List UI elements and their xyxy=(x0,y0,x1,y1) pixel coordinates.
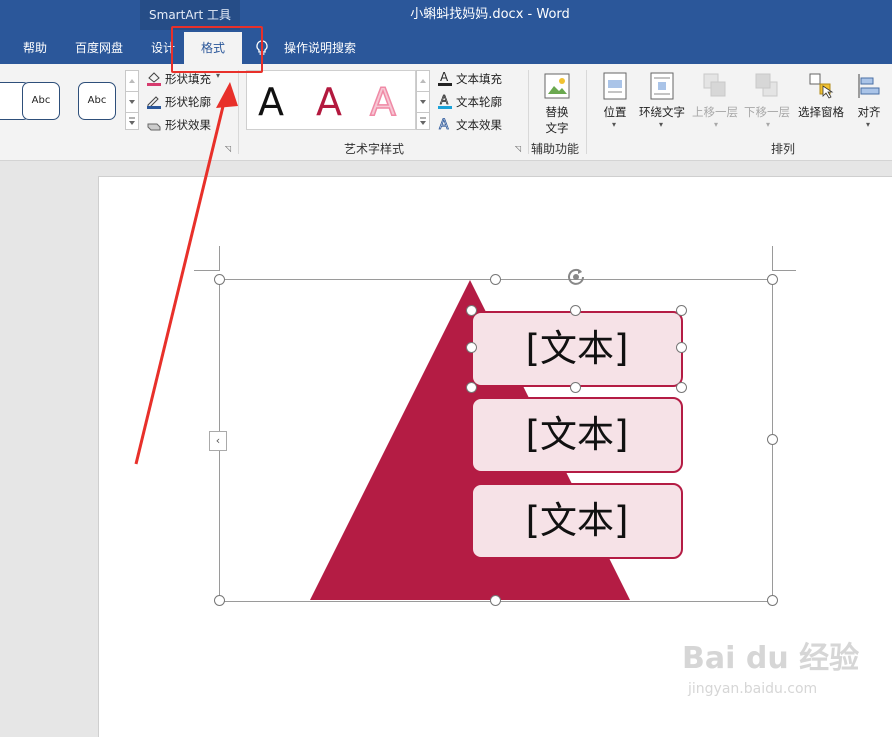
wordart-dialog-launcher-icon[interactable]: ◹ xyxy=(515,144,521,153)
align-dropdown-icon[interactable]: ▾ xyxy=(866,120,870,129)
bring-forward-button[interactable]: 上移一层 xyxy=(690,104,740,120)
shape-resize-handle[interactable] xyxy=(676,342,687,353)
text-outline-icon: A xyxy=(437,93,453,109)
group-divider xyxy=(238,70,239,154)
text-fill-icon: A xyxy=(437,70,453,86)
resize-handle[interactable] xyxy=(767,595,778,606)
shape-resize-handle[interactable] xyxy=(466,382,477,393)
baidu-jingyan-watermark: Bai du 经验 jingyan.baidu.com xyxy=(682,640,882,720)
tab-help[interactable]: 帮助 xyxy=(12,32,58,64)
shape-style-sample-1[interactable]: Abc xyxy=(22,82,60,120)
text-effects-icon: A xyxy=(437,116,453,134)
watermark-brand: Bai du 经验 xyxy=(682,641,860,676)
watermark-url: jingyan.baidu.com xyxy=(688,681,818,697)
wordart-styles-group-label: 艺术字样式 xyxy=(344,142,405,156)
shape-resize-handle[interactable] xyxy=(466,305,477,316)
alt-text-icon xyxy=(543,72,571,100)
position-button[interactable]: 位置 xyxy=(598,104,632,120)
send-backward-icon xyxy=(754,72,780,100)
align-icon xyxy=(856,72,882,100)
smartart-text-box-3[interactable]: [文本] xyxy=(471,483,683,559)
shape-style-sample-2[interactable]: Abc xyxy=(78,82,116,120)
wrap-text-button[interactable]: 环绕文字 xyxy=(636,104,688,120)
svg-text:A: A xyxy=(440,70,449,84)
resize-handle[interactable] xyxy=(767,274,778,285)
wordart-more-button[interactable] xyxy=(416,112,430,130)
text-fill-button[interactable]: 文本填充 xyxy=(456,71,502,87)
svg-text:A: A xyxy=(440,93,449,107)
accessibility-group-label: 辅助功能 xyxy=(531,142,580,156)
align-button[interactable]: 对齐 xyxy=(852,104,886,120)
wordart-scroll-down-button[interactable] xyxy=(416,91,430,113)
tab-baidu-netdisk[interactable]: 百度网盘 xyxy=(66,32,132,64)
selection-pane-icon xyxy=(808,72,834,100)
bring-forward-icon xyxy=(702,72,728,100)
resize-handle[interactable] xyxy=(490,274,501,285)
text-outline-button[interactable]: 文本轮廓 xyxy=(456,94,502,110)
group-divider xyxy=(586,70,587,154)
resize-handle[interactable] xyxy=(767,434,778,445)
rotate-handle-icon[interactable] xyxy=(566,266,586,286)
shape-resize-handle[interactable] xyxy=(570,382,581,393)
annotation-arrow xyxy=(134,82,238,465)
smartart-text-box-1[interactable]: [文本] xyxy=(471,311,683,387)
arrange-group-label: 排列 xyxy=(771,142,796,156)
wordart-style-black[interactable]: A xyxy=(258,80,284,124)
margin-crop-mark xyxy=(772,246,773,271)
wrap-text-dropdown-icon[interactable]: ▾ xyxy=(659,120,663,129)
alt-text-label-line2: 文字 xyxy=(545,121,569,135)
smartart-text-box-2[interactable]: [文本] xyxy=(471,397,683,473)
alt-text-label-line1: 替换 xyxy=(545,105,569,119)
resize-handle[interactable] xyxy=(490,595,501,606)
alt-text-button[interactable]: 替换 文字 xyxy=(536,104,578,136)
margin-crop-mark xyxy=(772,270,796,271)
send-backward-dropdown-icon[interactable]: ▾ xyxy=(766,120,770,129)
wrap-text-icon xyxy=(650,72,674,100)
document-title: 小蝌蚪找妈妈.docx - Word xyxy=(410,7,570,22)
group-divider xyxy=(528,70,529,154)
shape-resize-handle[interactable] xyxy=(466,342,477,353)
shape-resize-handle[interactable] xyxy=(676,382,687,393)
send-backward-button[interactable]: 下移一层 xyxy=(742,104,792,120)
shape-resize-handle[interactable] xyxy=(676,305,687,316)
shape-resize-handle[interactable] xyxy=(570,305,581,316)
wordart-scroll-up-button[interactable] xyxy=(416,70,430,92)
text-effects-button[interactable]: 文本效果 xyxy=(456,117,502,133)
highlight-box xyxy=(171,26,263,73)
svg-text:A: A xyxy=(439,117,449,132)
selection-pane-button[interactable]: 选择窗格 xyxy=(796,104,846,120)
wordart-style-pink[interactable]: A xyxy=(369,79,397,125)
position-dropdown-icon[interactable]: ▾ xyxy=(612,120,616,129)
resize-handle[interactable] xyxy=(214,595,225,606)
bring-forward-dropdown-icon[interactable]: ▾ xyxy=(714,120,718,129)
position-icon xyxy=(603,72,627,100)
tell-me-search[interactable]: 操作说明搜索 xyxy=(276,32,364,64)
wordart-style-red[interactable]: A xyxy=(316,80,342,124)
